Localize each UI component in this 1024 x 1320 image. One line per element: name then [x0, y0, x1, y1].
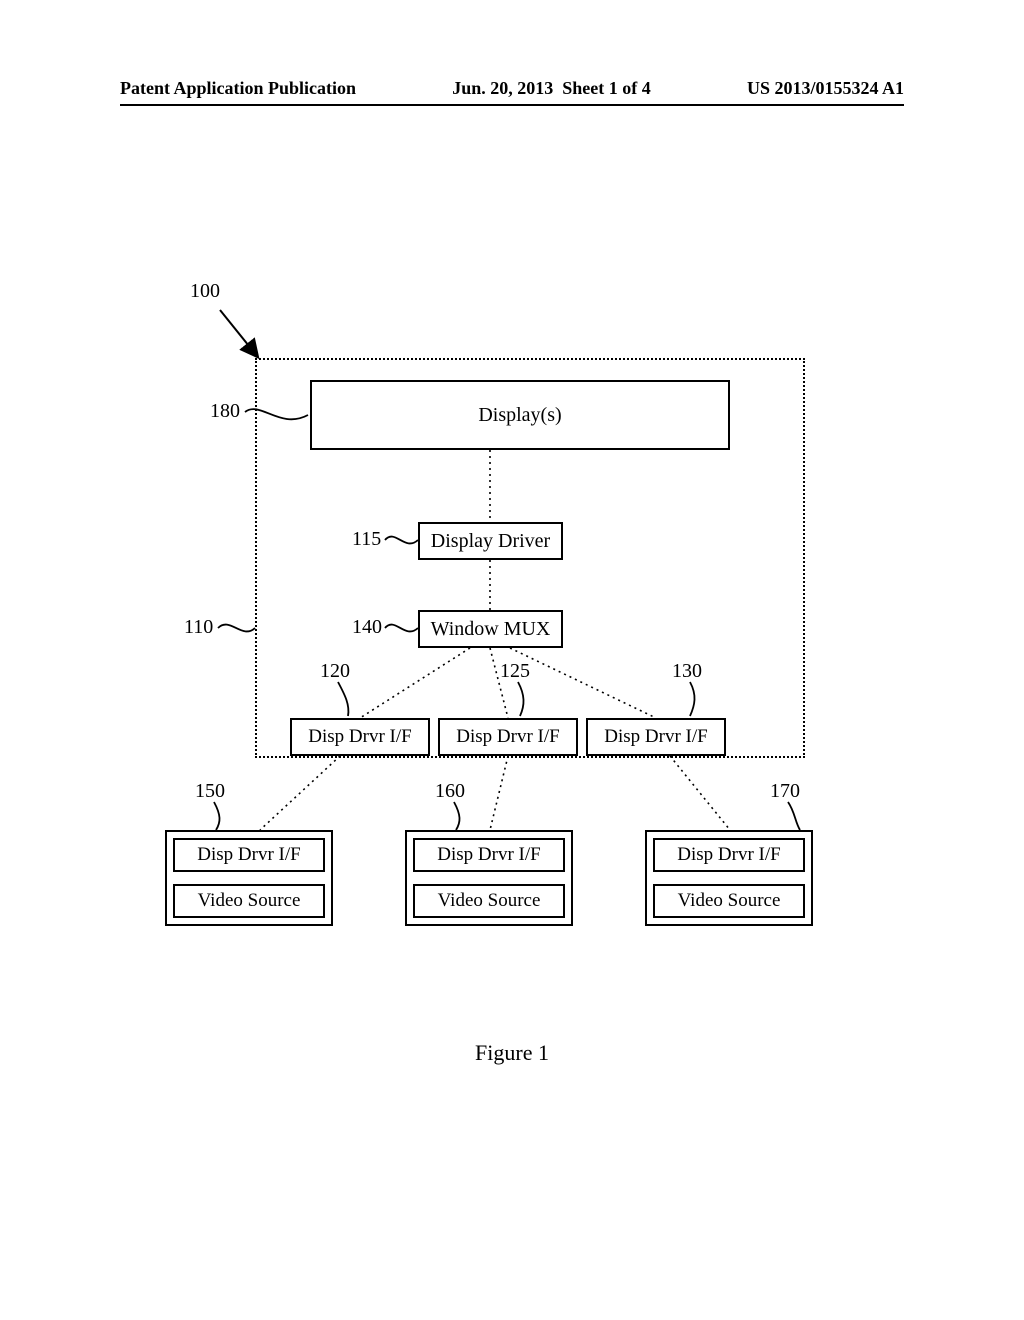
box-video-source-150: Video Source [173, 884, 325, 918]
ref-100: 100 [190, 280, 220, 303]
ref-170: 170 [770, 780, 800, 803]
box-disp-if-125: Disp Drvr I/F [438, 718, 578, 756]
ref-160: 160 [435, 780, 465, 803]
ref-115: 115 [352, 528, 381, 551]
box-display-driver: Display Driver [418, 522, 563, 560]
box-window-mux: Window MUX [418, 610, 563, 648]
ref-180: 180 [210, 400, 240, 423]
box-video-source-170: Video Source [653, 884, 805, 918]
ref-150: 150 [195, 780, 225, 803]
box-disp-if-120: Disp Drvr I/F [290, 718, 430, 756]
box-disp-if-160: Disp Drvr I/F [413, 838, 565, 872]
box-disp-if-130: Disp Drvr I/F [586, 718, 726, 756]
ref-140: 140 [352, 616, 382, 639]
ref-125: 125 [500, 660, 530, 683]
box-displays: Display(s) [310, 380, 730, 450]
box-disp-if-150: Disp Drvr I/F [173, 838, 325, 872]
diagram-canvas: 100 Display(s) 180 Display Driver 115 Wi… [0, 0, 1024, 1320]
box-video-source-160: Video Source [413, 884, 565, 918]
ref-130: 130 [672, 660, 702, 683]
figure-caption: Figure 1 [0, 1040, 1024, 1066]
box-disp-if-170: Disp Drvr I/F [653, 838, 805, 872]
ref-110: 110 [184, 616, 213, 639]
ref-120: 120 [320, 660, 350, 683]
